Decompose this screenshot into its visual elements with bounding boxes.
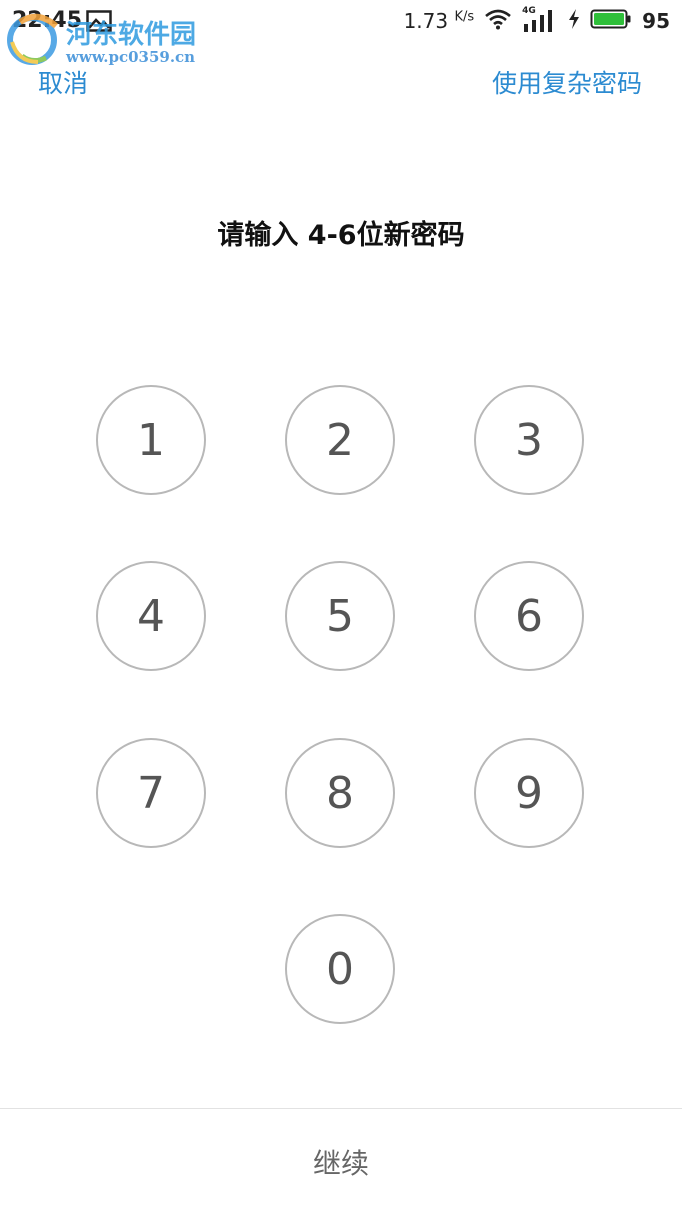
key-6[interactable]: 6	[474, 561, 584, 671]
network-speed: 1.73 K/s	[404, 9, 475, 33]
status-right: 1.73 K/s 4G 95	[404, 6, 670, 36]
watermark: 河东软件园 www.pc0359.cn	[2, 6, 232, 70]
key-8[interactable]: 8	[285, 738, 395, 848]
key-2[interactable]: 2	[285, 385, 395, 495]
use-complex-password-button[interactable]: 使用复杂密码	[492, 64, 642, 100]
signal-icon: 4G	[522, 6, 558, 34]
key-3[interactable]: 3	[474, 385, 584, 495]
screen: 22:45 1.73 K/s 4G 95 河东软件园 www.pc0359.cn…	[0, 0, 682, 1212]
key-9[interactable]: 9	[474, 738, 584, 848]
wifi-icon	[484, 8, 512, 35]
key-0[interactable]: 0	[285, 914, 395, 1024]
key-1[interactable]: 1	[96, 385, 206, 495]
key-5[interactable]: 5	[285, 561, 395, 671]
battery-level: 95	[642, 9, 670, 33]
key-4[interactable]: 4	[96, 561, 206, 671]
footer-divider	[0, 1108, 682, 1109]
watermark-logo	[7, 13, 58, 65]
continue-button[interactable]: 继续	[0, 1142, 682, 1182]
cancel-button[interactable]: 取消	[38, 64, 88, 100]
network-speed-unit: K/s	[454, 9, 475, 25]
network-speed-value: 1.73	[403, 9, 449, 33]
password-prompt: 请输入 4-6位新密码	[217, 220, 465, 251]
charging-icon	[568, 8, 580, 35]
battery-icon	[590, 8, 632, 35]
key-7[interactable]: 7	[96, 738, 206, 848]
watermark-title: 河东软件园	[66, 20, 197, 50]
